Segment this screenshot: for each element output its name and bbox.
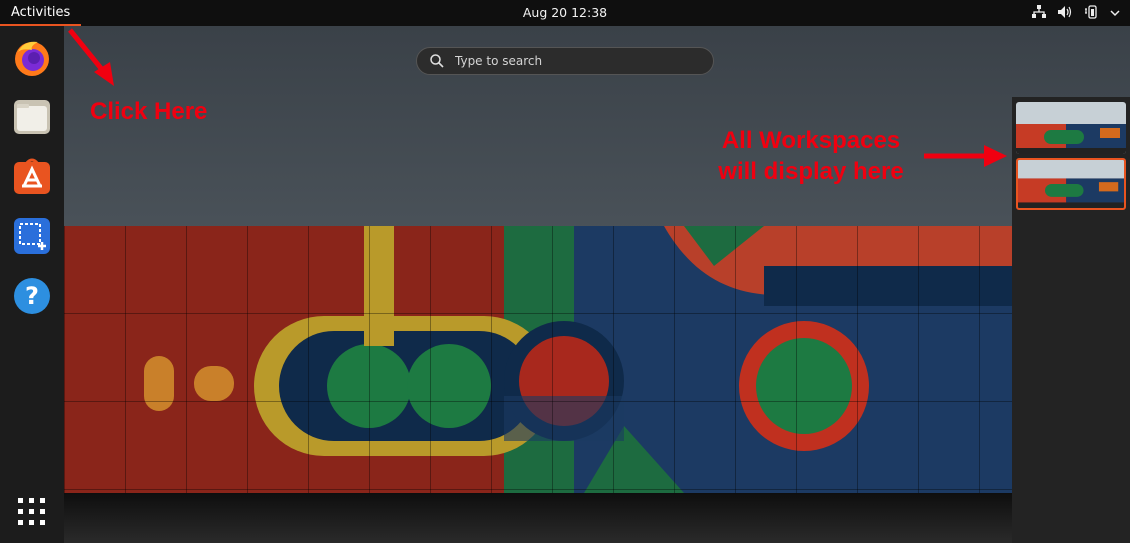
system-tray[interactable] — [1032, 0, 1120, 26]
help-icon[interactable]: ? — [12, 276, 52, 316]
files-icon[interactable] — [12, 96, 52, 136]
activities-overview — [64, 26, 1130, 543]
workspace-thumbnail-1[interactable] — [1016, 102, 1126, 154]
software-store-icon[interactable] — [12, 156, 52, 196]
wallpaper-floor — [64, 493, 1130, 543]
workspace-thumbnail-2[interactable] — [1016, 158, 1126, 210]
annotation-workspaces-line1: All Workspaces — [721, 127, 901, 154]
chevron-down-icon[interactable] — [1110, 6, 1120, 20]
screenshot-icon[interactable] — [12, 216, 52, 256]
svg-text:?: ? — [25, 282, 39, 310]
dock: ? — [0, 26, 64, 543]
battery-icon[interactable] — [1084, 4, 1098, 22]
annotation-workspaces-line2: will display here — [718, 158, 904, 185]
firefox-icon[interactable] — [12, 38, 52, 78]
app-grid-icon[interactable] — [12, 492, 52, 532]
top-bar: Activities Aug 20 12:38 — [0, 0, 1130, 26]
network-icon[interactable] — [1032, 5, 1046, 21]
annotation-workspaces: All Workspaces will display here — [700, 125, 922, 187]
wallpaper — [64, 226, 1012, 493]
search-box[interactable] — [416, 47, 714, 75]
search-icon — [430, 54, 444, 68]
clock[interactable]: Aug 20 12:38 — [0, 0, 1130, 26]
search-input[interactable] — [453, 53, 697, 69]
annotation-click-here: Click Here — [90, 98, 208, 125]
volume-icon[interactable] — [1058, 5, 1072, 21]
